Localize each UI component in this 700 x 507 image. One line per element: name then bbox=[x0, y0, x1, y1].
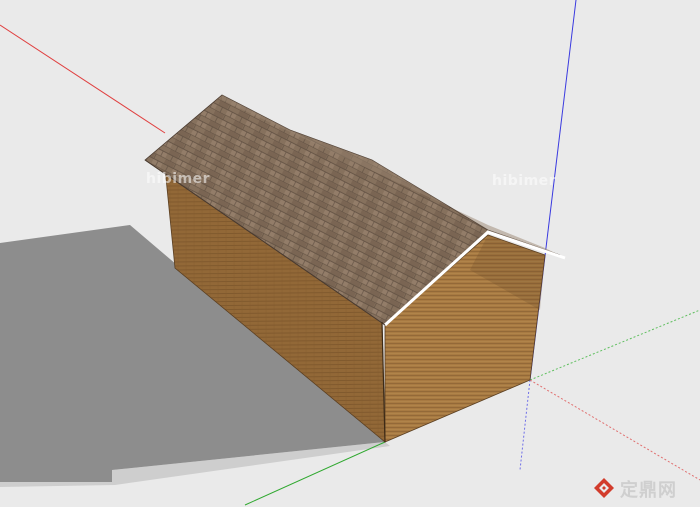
dingding-logo-icon bbox=[594, 478, 614, 498]
red-axis bbox=[0, 24, 166, 134]
brand-name: 定鼎网 bbox=[620, 479, 677, 501]
watermark-left: hibimer bbox=[146, 171, 210, 187]
green-axis-dotted bbox=[529, 309, 700, 381]
watermark-right: hibimer bbox=[492, 173, 556, 189]
scene-canvas[interactable]: hibimer hibimer 定鼎网 bbox=[0, 0, 700, 507]
modeling-viewport[interactable]: hibimer hibimer 定鼎网 bbox=[0, 0, 700, 507]
blue-axis-dotted bbox=[519, 379, 531, 471]
red-axis-dotted bbox=[529, 379, 700, 481]
